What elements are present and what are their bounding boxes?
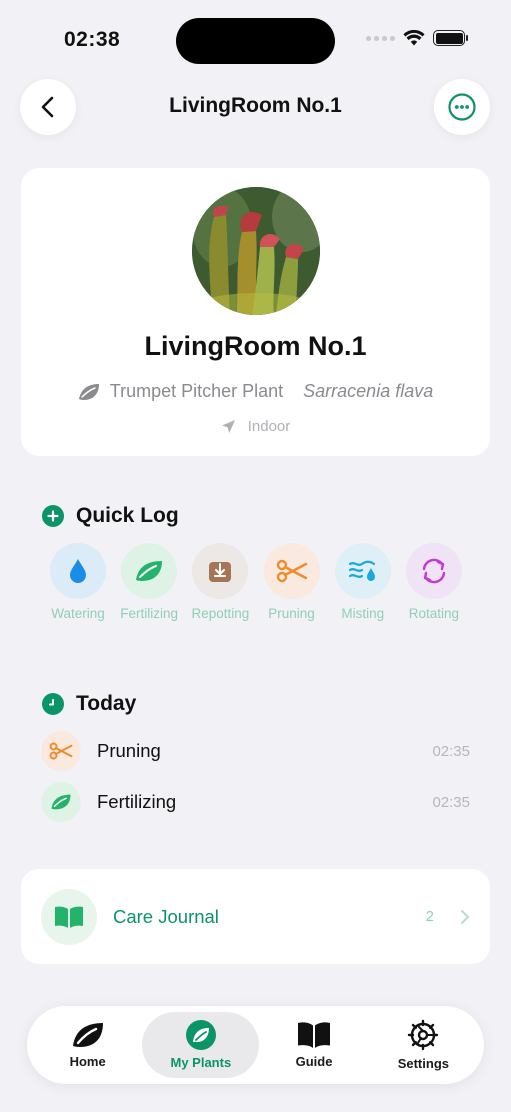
species-row: Trumpet Pitcher Plant Sarracenia flava [21, 381, 490, 402]
location-arrow-icon [221, 420, 235, 433]
quick-log-actions: Watering Fertilizing Repotting Pruning M… [46, 543, 466, 621]
pitcher-plant-image [192, 187, 320, 315]
clock-icon [42, 693, 64, 715]
more-options-button[interactable] [434, 79, 490, 135]
plant-scientific-name: Sarracenia flava [303, 381, 434, 401]
entry-time: 02:35 [432, 793, 470, 811]
leaf-icon [78, 383, 99, 400]
water-drop-icon [70, 559, 86, 583]
leaf-badge-icon [185, 1020, 216, 1050]
today-entry-pruning[interactable]: Pruning 02:35 [41, 731, 470, 771]
watering-button[interactable] [50, 543, 106, 599]
tab-settings[interactable]: Settings [369, 1012, 478, 1078]
care-journal-count: 2 [425, 908, 434, 925]
care-journal-label: Care Journal [113, 905, 219, 927]
repotting-button[interactable] [192, 543, 249, 599]
gear-icon [408, 1019, 439, 1051]
pruning-button[interactable] [263, 543, 320, 599]
book-icon [298, 1022, 331, 1048]
leaf-icon [136, 561, 163, 581]
scissors-icon [41, 731, 81, 771]
tab-guide-label: Guide [295, 1054, 333, 1069]
wifi-icon [403, 30, 425, 46]
tab-settings-label: Settings [397, 1056, 449, 1071]
quick-log-title: Quick Log [76, 504, 179, 527]
plant-location: Indoor [247, 418, 291, 435]
dynamic-island [176, 18, 335, 64]
tab-bar: Home My Plants Guide Settings [27, 1006, 484, 1084]
leaf-icon [41, 782, 81, 822]
chevron-right-icon [460, 909, 470, 925]
plant-common-name: Trumpet Pitcher Plant [109, 381, 284, 401]
today-header: Today [42, 692, 136, 716]
tab-guide[interactable]: Guide [259, 1012, 368, 1078]
misting-button[interactable] [334, 543, 391, 599]
misting-label: Misting [341, 606, 385, 621]
status-bar: 02:38 [0, 0, 511, 80]
today-title: Today [76, 692, 137, 715]
tab-my-plants-label: My Plants [170, 1055, 232, 1070]
status-icons [366, 30, 468, 46]
fertilizing-label: Fertilizing [120, 606, 179, 621]
quick-log-watering[interactable]: Watering [46, 543, 110, 621]
entry-name: Fertilizing [97, 791, 177, 812]
plant-photo[interactable] [192, 187, 320, 315]
tab-my-plants[interactable]: My Plants [142, 1012, 260, 1078]
mist-icon [348, 560, 375, 581]
entry-time: 02:35 [432, 742, 470, 760]
watering-label: Watering [51, 606, 105, 621]
book-open-icon [41, 888, 97, 945]
pruning-label: Pruning [268, 606, 315, 621]
ellipsis-circle-icon [448, 93, 476, 121]
quick-log-misting[interactable]: Misting [331, 543, 395, 621]
tab-home[interactable]: Home [33, 1012, 142, 1078]
leaf-icon [72, 1023, 103, 1047]
location-row: Indoor [21, 418, 490, 435]
battery-icon [433, 30, 468, 46]
pot-icon [209, 562, 232, 582]
tab-home-label: Home [69, 1054, 106, 1069]
plant-name: LivingRoom No.1 [144, 331, 367, 361]
plant-card: LivingRoom No.1 Trumpet Pitcher Plant Sa… [21, 168, 490, 456]
status-time: 02:38 [64, 28, 121, 51]
quick-log-repotting[interactable]: Repotting [188, 543, 252, 621]
rotating-label: Rotating [408, 606, 460, 621]
rotating-button[interactable] [405, 543, 462, 599]
quick-log-pruning[interactable]: Pruning [260, 543, 324, 621]
rotate-icon [422, 558, 446, 584]
repotting-label: Repotting [191, 606, 250, 621]
quick-log-fertilizing[interactable]: Fertilizing [117, 543, 181, 621]
entry-name: Pruning [97, 740, 161, 761]
plus-circle-icon [42, 505, 64, 527]
quick-log-header: Quick Log [42, 504, 179, 528]
cellular-icon [366, 35, 395, 41]
quick-log-rotating[interactable]: Rotating [402, 543, 466, 621]
fertilizing-button[interactable] [121, 543, 178, 599]
today-entry-fertilizing[interactable]: Fertilizing 02:35 [41, 782, 470, 822]
care-journal-card[interactable]: Care Journal 2 [21, 869, 490, 964]
scissors-icon [276, 559, 307, 583]
